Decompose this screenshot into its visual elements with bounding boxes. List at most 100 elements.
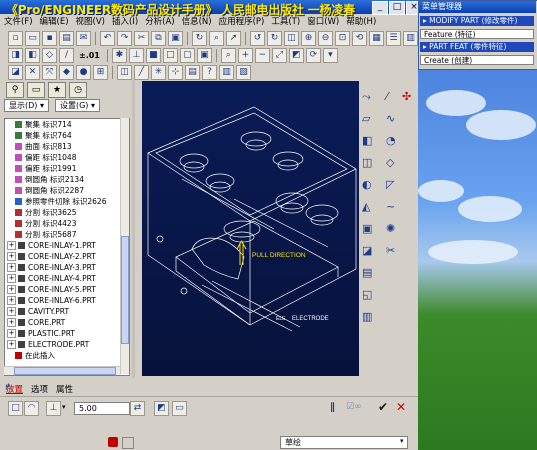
mold-opening-icon[interactable]: ▥: [219, 64, 234, 80]
tree-item[interactable]: + CAVITY.PRT: [5, 306, 129, 317]
copy-icon[interactable]: ⧉: [151, 30, 166, 46]
menu-create[interactable]: Create (创建): [420, 55, 534, 65]
menu-info[interactable]: 信息(N): [182, 16, 212, 28]
menu-view[interactable]: 视图(V): [76, 16, 105, 28]
tree-item[interactable]: 聚集 标识714: [5, 119, 129, 130]
print-icon[interactable]: ▤: [59, 30, 74, 46]
tab-options[interactable]: 选项: [31, 383, 48, 395]
globe-icon[interactable]: ●: [76, 64, 91, 80]
saved-view-list-icon[interactable]: ▾: [322, 47, 338, 63]
tree-item[interactable]: + CORE-INLAY-3.PRT: [5, 262, 129, 273]
tree-item[interactable]: + ELECTRODE.PRT: [5, 339, 129, 350]
tree-expand-icon[interactable]: +: [7, 307, 16, 316]
reorient-icon[interactable]: ⟲: [352, 30, 367, 46]
mold-base-icon[interactable]: ▧: [236, 64, 251, 80]
regenerate-icon[interactable]: ↻: [192, 30, 207, 46]
tree-item[interactable]: 在此插入: [5, 350, 129, 361]
sash-divider[interactable]: [132, 80, 135, 378]
depth-value-field[interactable]: 5.00: [74, 402, 130, 415]
menu-edit[interactable]: 编辑(E): [40, 16, 69, 28]
surface-option-icon[interactable]: ◠: [24, 401, 39, 416]
shrinkage-icon[interactable]: ⤧: [42, 64, 57, 80]
new-file-icon[interactable]: ▫: [8, 30, 23, 46]
no-hidden-icon[interactable]: ▢: [179, 47, 195, 63]
history-tab-icon[interactable]: ◷: [69, 82, 87, 98]
tree-scroll-thumb[interactable]: [121, 236, 129, 344]
graphics-viewport[interactable]: PULL DIRECTION ELE ELECTRODE: [142, 81, 359, 376]
tree-expand-icon[interactable]: +: [7, 296, 16, 305]
accept-icon[interactable]: ✔: [378, 400, 388, 414]
thicken-icon[interactable]: ▭: [172, 401, 187, 416]
view-manager-icon[interactable]: ▥: [403, 30, 418, 46]
tree-expand-icon[interactable]: +: [7, 241, 16, 250]
filter-dropdown-icon[interactable]: ▾: [400, 437, 404, 445]
tree-item[interactable]: + CORE-INLAY-2.PRT: [5, 251, 129, 262]
annotation-display-icon[interactable]: ▤: [185, 64, 200, 80]
save-icon[interactable]: ▪: [42, 30, 57, 46]
menu-analysis[interactable]: 分析(A): [145, 16, 174, 28]
cancel-icon[interactable]: ✕: [396, 400, 406, 414]
repaint-icon[interactable]: ◫: [284, 30, 299, 46]
display-style-icon[interactable]: ◩: [288, 47, 304, 63]
find-icon[interactable]: ⌕: [209, 30, 224, 46]
datum-display-icon[interactable]: ◫: [117, 64, 132, 80]
menu-part-feat[interactable]: ▸ PART FEAT (零件特征): [420, 42, 534, 52]
tree-item[interactable]: + CORE-INLAY-5.PRT: [5, 284, 129, 295]
axis-display-icon[interactable]: ╱: [134, 64, 149, 80]
remove-material-icon[interactable]: ◩: [154, 401, 169, 416]
tree-expand-icon[interactable]: +: [7, 285, 16, 294]
tree-expand-icon[interactable]: +: [7, 252, 16, 261]
saved-views-icon[interactable]: ▦: [369, 30, 384, 46]
tree-expand-icon[interactable]: +: [7, 318, 16, 327]
csys-display-icon[interactable]: ⊹: [168, 64, 183, 80]
redo-arrow-icon[interactable]: ↻: [267, 30, 282, 46]
tree-item[interactable]: 参照零件切除 标识2626: [5, 196, 129, 207]
tree-item[interactable]: 偏距 标识1991: [5, 163, 129, 174]
tree-expand-icon[interactable]: +: [7, 329, 16, 338]
tree-item[interactable]: + CORE-INLAY-6.PRT: [5, 295, 129, 306]
favorites-tab-icon[interactable]: ★: [48, 82, 66, 98]
zoom-in-icon[interactable]: ⊕: [301, 30, 316, 46]
tree-item[interactable]: 分割 标识4423: [5, 218, 129, 229]
zoom-fit-icon[interactable]: ⊡: [335, 30, 350, 46]
settings-dropdown[interactable]: 设置(G) ▾: [54, 99, 100, 112]
tree-item[interactable]: + CORE-INLAY-4.PRT: [5, 273, 129, 284]
tree-item[interactable]: + PLASTIC.PRT: [5, 328, 129, 339]
zoom-out-icon[interactable]: ⊖: [318, 30, 333, 46]
folder-browser-tab-icon[interactable]: ▭: [27, 82, 45, 98]
tree-item[interactable]: 倒圆角 标识2134: [5, 174, 129, 185]
flip-direction-icon[interactable]: ⇄: [130, 401, 145, 416]
menu-feature[interactable]: Feature (特征): [420, 29, 534, 39]
undo-arrow-icon[interactable]: ↺: [250, 30, 265, 46]
tree-item[interactable]: 聚集 标识764: [5, 130, 129, 141]
point-display-icon[interactable]: ✳: [151, 64, 166, 80]
reference-model-icon[interactable]: ◪: [8, 64, 23, 80]
depth-option-icon[interactable]: ⊥: [46, 401, 61, 416]
undo-icon[interactable]: ↶: [100, 30, 115, 46]
tree-item[interactable]: 分割 标识3625: [5, 207, 129, 218]
tree-expand-icon[interactable]: +: [7, 274, 16, 283]
open-folder-icon[interactable]: ▭: [25, 30, 40, 46]
show-dropdown[interactable]: 显示(D) ▾: [4, 99, 49, 112]
preview-checkbox-icon[interactable]: ☑∞: [346, 402, 362, 412]
volume-split-icon[interactable]: ⊞: [93, 64, 108, 80]
tab-properties[interactable]: 属性: [56, 383, 73, 395]
paste-icon[interactable]: ▣: [168, 30, 183, 46]
depth-dropdown-icon[interactable]: ▾: [62, 403, 66, 411]
csys-icon[interactable]: ⊥: [128, 47, 144, 63]
mold-cavity-icon[interactable]: ◨: [8, 47, 23, 63]
menu-modify-part[interactable]: ▸ MODIFY PART (修改零件): [420, 16, 534, 26]
tree-hscroll-thumb[interactable]: [14, 367, 116, 375]
layers-icon[interactable]: ☰: [386, 30, 401, 46]
orient-icon[interactable]: ⟳: [305, 47, 321, 63]
tree-expand-icon[interactable]: +: [7, 263, 16, 272]
solid-option-icon[interactable]: □: [8, 401, 23, 416]
shaded-icon[interactable]: ■: [145, 47, 161, 63]
tree-item[interactable]: + CORE-INLAY-1.PRT: [5, 240, 129, 251]
menu-tools[interactable]: 工具(T): [271, 16, 300, 28]
tree-item[interactable]: + CORE.PRT: [5, 317, 129, 328]
spin-center-icon[interactable]: ✱: [111, 47, 127, 63]
zoom-out-icon-2[interactable]: −: [254, 47, 270, 63]
maximize-button[interactable]: □: [389, 1, 405, 15]
help-icon[interactable]: ?: [202, 64, 217, 80]
